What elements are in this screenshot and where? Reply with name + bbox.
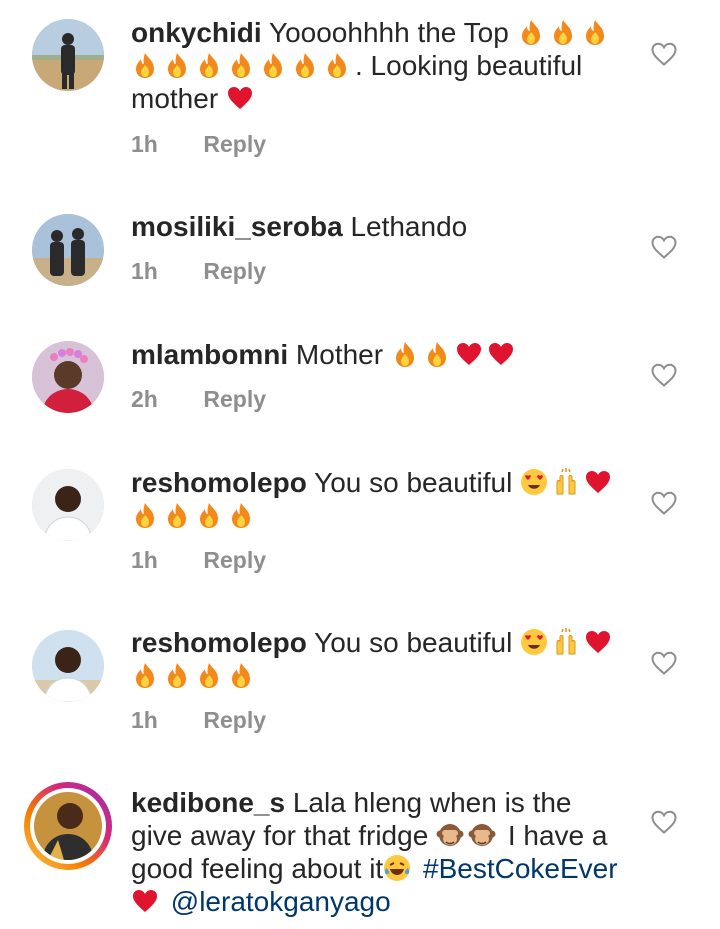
reply-button[interactable]: Reply [203, 547, 266, 573]
comment-meta: 1h Reply [131, 547, 266, 574]
fire-emoji-icon [163, 661, 191, 689]
red-heart-emoji-icon [487, 340, 515, 368]
fire-emoji-icon [195, 51, 223, 79]
heart-outline-icon[interactable] [650, 41, 678, 67]
fire-emoji-icon [323, 51, 351, 79]
comment-body: You so beautiful [314, 467, 513, 498]
timestamp: 1h [131, 258, 158, 284]
comment-text: mosiliki_seroba Lethando [131, 210, 626, 243]
raising-hands-emoji-icon [552, 628, 580, 656]
red-heart-emoji-icon [584, 628, 612, 656]
raising-hands-emoji-icon [552, 468, 580, 496]
heart-outline-icon[interactable] [650, 809, 678, 835]
username-link[interactable]: mosiliki_seroba [131, 211, 343, 242]
timestamp: 2h [131, 386, 158, 412]
heart-eyes-emoji-icon [520, 628, 548, 656]
red-heart-emoji-icon [226, 84, 254, 112]
heart-outline-icon[interactable] [650, 650, 678, 676]
fire-emoji-icon [227, 51, 255, 79]
fire-emoji-icon [195, 501, 223, 529]
avatar[interactable] [32, 214, 104, 286]
username-link[interactable]: reshomolepo [131, 467, 307, 498]
comment-body: Yoooohhhh the Top [268, 17, 509, 48]
red-heart-emoji-icon [584, 468, 612, 496]
heart-outline-icon[interactable] [650, 234, 678, 260]
fire-emoji-icon [163, 501, 191, 529]
username-link[interactable]: kedibone_s [131, 787, 285, 818]
comment-text: onkychidi Yoooohhhh the Top . Looking be… [131, 16, 626, 115]
hashtag-link[interactable]: #BestCokeEver [423, 853, 618, 884]
fire-emoji-icon [549, 18, 577, 46]
fire-emoji-icon [163, 51, 191, 79]
see-no-evil-monkey-emoji-icon [468, 821, 496, 849]
comment-text: kedibone_s Lala hleng when is the give a… [131, 786, 626, 918]
avatar[interactable] [32, 341, 104, 413]
reply-button[interactable]: Reply [203, 707, 266, 733]
comment-meta: 2h Reply [131, 386, 266, 413]
comment-meta: 1h Reply [131, 707, 266, 734]
timestamp: 1h [131, 131, 158, 157]
see-no-evil-monkey-emoji-icon [436, 821, 464, 849]
avatar[interactable] [32, 469, 104, 541]
fire-emoji-icon [517, 18, 545, 46]
mention-link[interactable]: @leratokganyago [171, 886, 391, 917]
fire-emoji-icon [131, 501, 159, 529]
fire-emoji-icon [195, 661, 223, 689]
heart-outline-icon[interactable] [650, 490, 678, 516]
fire-emoji-icon [391, 340, 419, 368]
red-heart-emoji-icon [455, 340, 483, 368]
username-link[interactable]: reshomolepo [131, 627, 307, 658]
avatar-story-ring[interactable] [24, 782, 112, 870]
red-heart-emoji-icon [131, 887, 159, 915]
reply-button[interactable]: Reply [203, 386, 266, 412]
comment-text: reshomolepo You so beautiful [131, 626, 626, 692]
reply-button[interactable]: Reply [203, 131, 266, 157]
timestamp: 1h [131, 707, 158, 733]
reply-button[interactable]: Reply [203, 258, 266, 284]
username-link[interactable]: mlambomni [131, 339, 288, 370]
fire-emoji-icon [131, 51, 159, 79]
fire-emoji-icon [259, 51, 287, 79]
tears-of-joy-emoji-icon [383, 854, 411, 882]
timestamp: 1h [131, 547, 158, 573]
avatar[interactable] [32, 19, 104, 91]
comment-body: Lethando [350, 211, 468, 242]
username-link[interactable]: onkychidi [131, 17, 262, 48]
comment-text: reshomolepo You so beautiful [131, 466, 626, 532]
fire-emoji-icon [291, 51, 319, 79]
heart-outline-icon[interactable] [650, 362, 678, 388]
comment-body: You so beautiful [314, 627, 513, 658]
fire-emoji-icon [227, 661, 255, 689]
comment-text: mlambomni Mother [131, 338, 626, 371]
avatar[interactable] [32, 630, 104, 702]
comment-body: Mother [295, 339, 384, 370]
heart-eyes-emoji-icon [520, 468, 548, 496]
fire-emoji-icon [131, 661, 159, 689]
fire-emoji-icon [581, 18, 609, 46]
fire-emoji-icon [227, 501, 255, 529]
comment-meta: 1h Reply [131, 258, 266, 285]
comment-meta: 1h Reply [131, 131, 266, 158]
fire-emoji-icon [423, 340, 451, 368]
